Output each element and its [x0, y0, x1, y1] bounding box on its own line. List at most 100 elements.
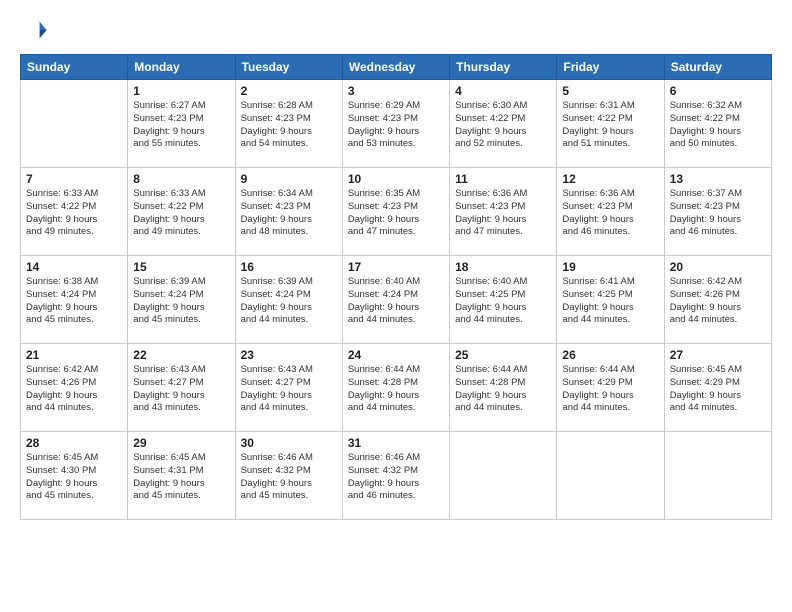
calendar-cell: 11 Sunrise: 6:36 AMSunset: 4:23 PMDayligh… [450, 168, 557, 256]
logo-icon [20, 16, 48, 44]
day-info: Sunrise: 6:37 AMSunset: 4:23 PMDaylight:… [670, 188, 766, 239]
day-info: Sunrise: 6:45 AMSunset: 4:30 PMDaylight:… [26, 452, 122, 503]
day-info: Sunrise: 6:34 AMSunset: 4:23 PMDaylight:… [241, 188, 337, 239]
day-number: 13 [670, 172, 766, 186]
day-info: Sunrise: 6:43 AMSunset: 4:27 PMDaylight:… [133, 364, 229, 415]
day-number: 29 [133, 436, 229, 450]
calendar-cell: 29 Sunrise: 6:45 AMSunset: 4:31 PMDayligh… [128, 432, 235, 520]
day-info: Sunrise: 6:44 AMSunset: 4:28 PMDaylight:… [455, 364, 551, 415]
day-number: 3 [348, 84, 444, 98]
day-number: 11 [455, 172, 551, 186]
day-number: 28 [26, 436, 122, 450]
day-number: 27 [670, 348, 766, 362]
header [20, 16, 772, 44]
week-row-5: 28 Sunrise: 6:45 AMSunset: 4:30 PMDayligh… [21, 432, 772, 520]
day-number: 20 [670, 260, 766, 274]
day-number: 31 [348, 436, 444, 450]
calendar-cell: 25 Sunrise: 6:44 AMSunset: 4:28 PMDayligh… [450, 344, 557, 432]
weekday-header-wednesday: Wednesday [342, 55, 449, 80]
day-number: 22 [133, 348, 229, 362]
day-number: 18 [455, 260, 551, 274]
calendar-cell: 31Sunrise: 6:46 AMSunset: 4:32 PMDayligh… [342, 432, 449, 520]
day-info: Sunrise: 6:35 AMSunset: 4:23 PMDaylight:… [348, 188, 444, 239]
calendar-cell: 22 Sunrise: 6:43 AMSunset: 4:27 PMDayligh… [128, 344, 235, 432]
day-info: Sunrise: 6:39 AMSunset: 4:24 PMDaylight:… [133, 276, 229, 327]
page: SundayMondayTuesdayWednesdayThursdayFrid… [0, 0, 792, 612]
calendar-cell: 18 Sunrise: 6:40 AMSunset: 4:25 PMDayligh… [450, 256, 557, 344]
calendar-cell: 20 Sunrise: 6:42 AMSunset: 4:26 PMDayligh… [664, 256, 771, 344]
day-info: Sunrise: 6:28 AMSunset: 4:23 PMDaylight:… [241, 100, 337, 151]
day-info: Sunrise: 6:29 AMSunset: 4:23 PMDaylight:… [348, 100, 444, 151]
calendar-cell: 14Sunrise: 6:38 AMSunset: 4:24 PMDayligh… [21, 256, 128, 344]
calendar-cell: 26 Sunrise: 6:44 AMSunset: 4:29 PMDayligh… [557, 344, 664, 432]
weekday-header-row: SundayMondayTuesdayWednesdayThursdayFrid… [21, 55, 772, 80]
week-row-3: 14Sunrise: 6:38 AMSunset: 4:24 PMDayligh… [21, 256, 772, 344]
calendar-cell: 13 Sunrise: 6:37 AMSunset: 4:23 PMDayligh… [664, 168, 771, 256]
calendar-cell: 17 Sunrise: 6:40 AMSunset: 4:24 PMDayligh… [342, 256, 449, 344]
weekday-header-monday: Monday [128, 55, 235, 80]
day-info: Sunrise: 6:36 AMSunset: 4:23 PMDaylight:… [455, 188, 551, 239]
weekday-header-friday: Friday [557, 55, 664, 80]
week-row-1: 1Sunrise: 6:27 AMSunset: 4:23 PMDaylight… [21, 80, 772, 168]
calendar-cell: 4 Sunrise: 6:30 AMSunset: 4:22 PMDaylight… [450, 80, 557, 168]
calendar-cell [450, 432, 557, 520]
day-info: Sunrise: 6:42 AMSunset: 4:26 PMDaylight:… [670, 276, 766, 327]
weekday-header-saturday: Saturday [664, 55, 771, 80]
week-row-4: 21 Sunrise: 6:42 AMSunset: 4:26 PMDayligh… [21, 344, 772, 432]
calendar-cell: 3 Sunrise: 6:29 AMSunset: 4:23 PMDaylight… [342, 80, 449, 168]
day-info: Sunrise: 6:44 AMSunset: 4:28 PMDaylight:… [348, 364, 444, 415]
calendar-cell: 15 Sunrise: 6:39 AMSunset: 4:24 PMDayligh… [128, 256, 235, 344]
day-number: 2 [241, 84, 337, 98]
calendar-cell: 23Sunrise: 6:43 AMSunset: 4:27 PMDayligh… [235, 344, 342, 432]
weekday-header-thursday: Thursday [450, 55, 557, 80]
calendar-cell: 16 Sunrise: 6:39 AMSunset: 4:24 PMDayligh… [235, 256, 342, 344]
day-info: Sunrise: 6:44 AMSunset: 4:29 PMDaylight:… [562, 364, 658, 415]
day-info: Sunrise: 6:38 AMSunset: 4:24 PMDaylight:… [26, 276, 122, 327]
day-number: 30 [241, 436, 337, 450]
day-number: 4 [455, 84, 551, 98]
day-number: 9 [241, 172, 337, 186]
calendar-cell: 12 Sunrise: 6:36 AMSunset: 4:23 PMDayligh… [557, 168, 664, 256]
day-info: Sunrise: 6:41 AMSunset: 4:25 PMDaylight:… [562, 276, 658, 327]
day-info: Sunrise: 6:39 AMSunset: 4:24 PMDaylight:… [241, 276, 337, 327]
day-info: Sunrise: 6:43 AMSunset: 4:27 PMDaylight:… [241, 364, 337, 415]
calendar-cell: 28 Sunrise: 6:45 AMSunset: 4:30 PMDayligh… [21, 432, 128, 520]
weekday-header-tuesday: Tuesday [235, 55, 342, 80]
calendar-cell: 19Sunrise: 6:41 AMSunset: 4:25 PMDayligh… [557, 256, 664, 344]
logo [20, 16, 52, 44]
calendar-cell: 10 Sunrise: 6:35 AMSunset: 4:23 PMDayligh… [342, 168, 449, 256]
day-number: 1 [133, 84, 229, 98]
day-info: Sunrise: 6:33 AMSunset: 4:22 PMDaylight:… [133, 188, 229, 239]
calendar-cell: 6Sunrise: 6:32 AMSunset: 4:22 PMDaylight… [664, 80, 771, 168]
day-info: Sunrise: 6:45 AMSunset: 4:29 PMDaylight:… [670, 364, 766, 415]
day-number: 26 [562, 348, 658, 362]
day-info: Sunrise: 6:30 AMSunset: 4:22 PMDaylight:… [455, 100, 551, 151]
day-number: 7 [26, 172, 122, 186]
calendar-cell: 7Sunrise: 6:33 AMSunset: 4:22 PMDaylight… [21, 168, 128, 256]
calendar-cell: 5Sunrise: 6:31 AMSunset: 4:22 PMDaylight… [557, 80, 664, 168]
day-number: 25 [455, 348, 551, 362]
day-number: 16 [241, 260, 337, 274]
calendar-cell: 21 Sunrise: 6:42 AMSunset: 4:26 PMDayligh… [21, 344, 128, 432]
day-number: 21 [26, 348, 122, 362]
calendar-cell: 27 Sunrise: 6:45 AMSunset: 4:29 PMDayligh… [664, 344, 771, 432]
day-number: 8 [133, 172, 229, 186]
calendar-cell: 1Sunrise: 6:27 AMSunset: 4:23 PMDaylight… [128, 80, 235, 168]
day-info: Sunrise: 6:46 AMSunset: 4:32 PMDaylight:… [241, 452, 337, 503]
calendar-cell: 9 Sunrise: 6:34 AMSunset: 4:23 PMDaylight… [235, 168, 342, 256]
day-number: 17 [348, 260, 444, 274]
day-number: 5 [562, 84, 658, 98]
day-info: Sunrise: 6:40 AMSunset: 4:24 PMDaylight:… [348, 276, 444, 327]
day-info: Sunrise: 6:42 AMSunset: 4:26 PMDaylight:… [26, 364, 122, 415]
calendar-cell [21, 80, 128, 168]
day-number: 10 [348, 172, 444, 186]
calendar-cell: 8 Sunrise: 6:33 AMSunset: 4:22 PMDaylight… [128, 168, 235, 256]
day-info: Sunrise: 6:45 AMSunset: 4:31 PMDaylight:… [133, 452, 229, 503]
day-info: Sunrise: 6:32 AMSunset: 4:22 PMDaylight:… [670, 100, 766, 151]
day-info: Sunrise: 6:40 AMSunset: 4:25 PMDaylight:… [455, 276, 551, 327]
calendar: SundayMondayTuesdayWednesdayThursdayFrid… [20, 54, 772, 520]
day-info: Sunrise: 6:36 AMSunset: 4:23 PMDaylight:… [562, 188, 658, 239]
calendar-cell [557, 432, 664, 520]
day-number: 15 [133, 260, 229, 274]
day-number: 12 [562, 172, 658, 186]
